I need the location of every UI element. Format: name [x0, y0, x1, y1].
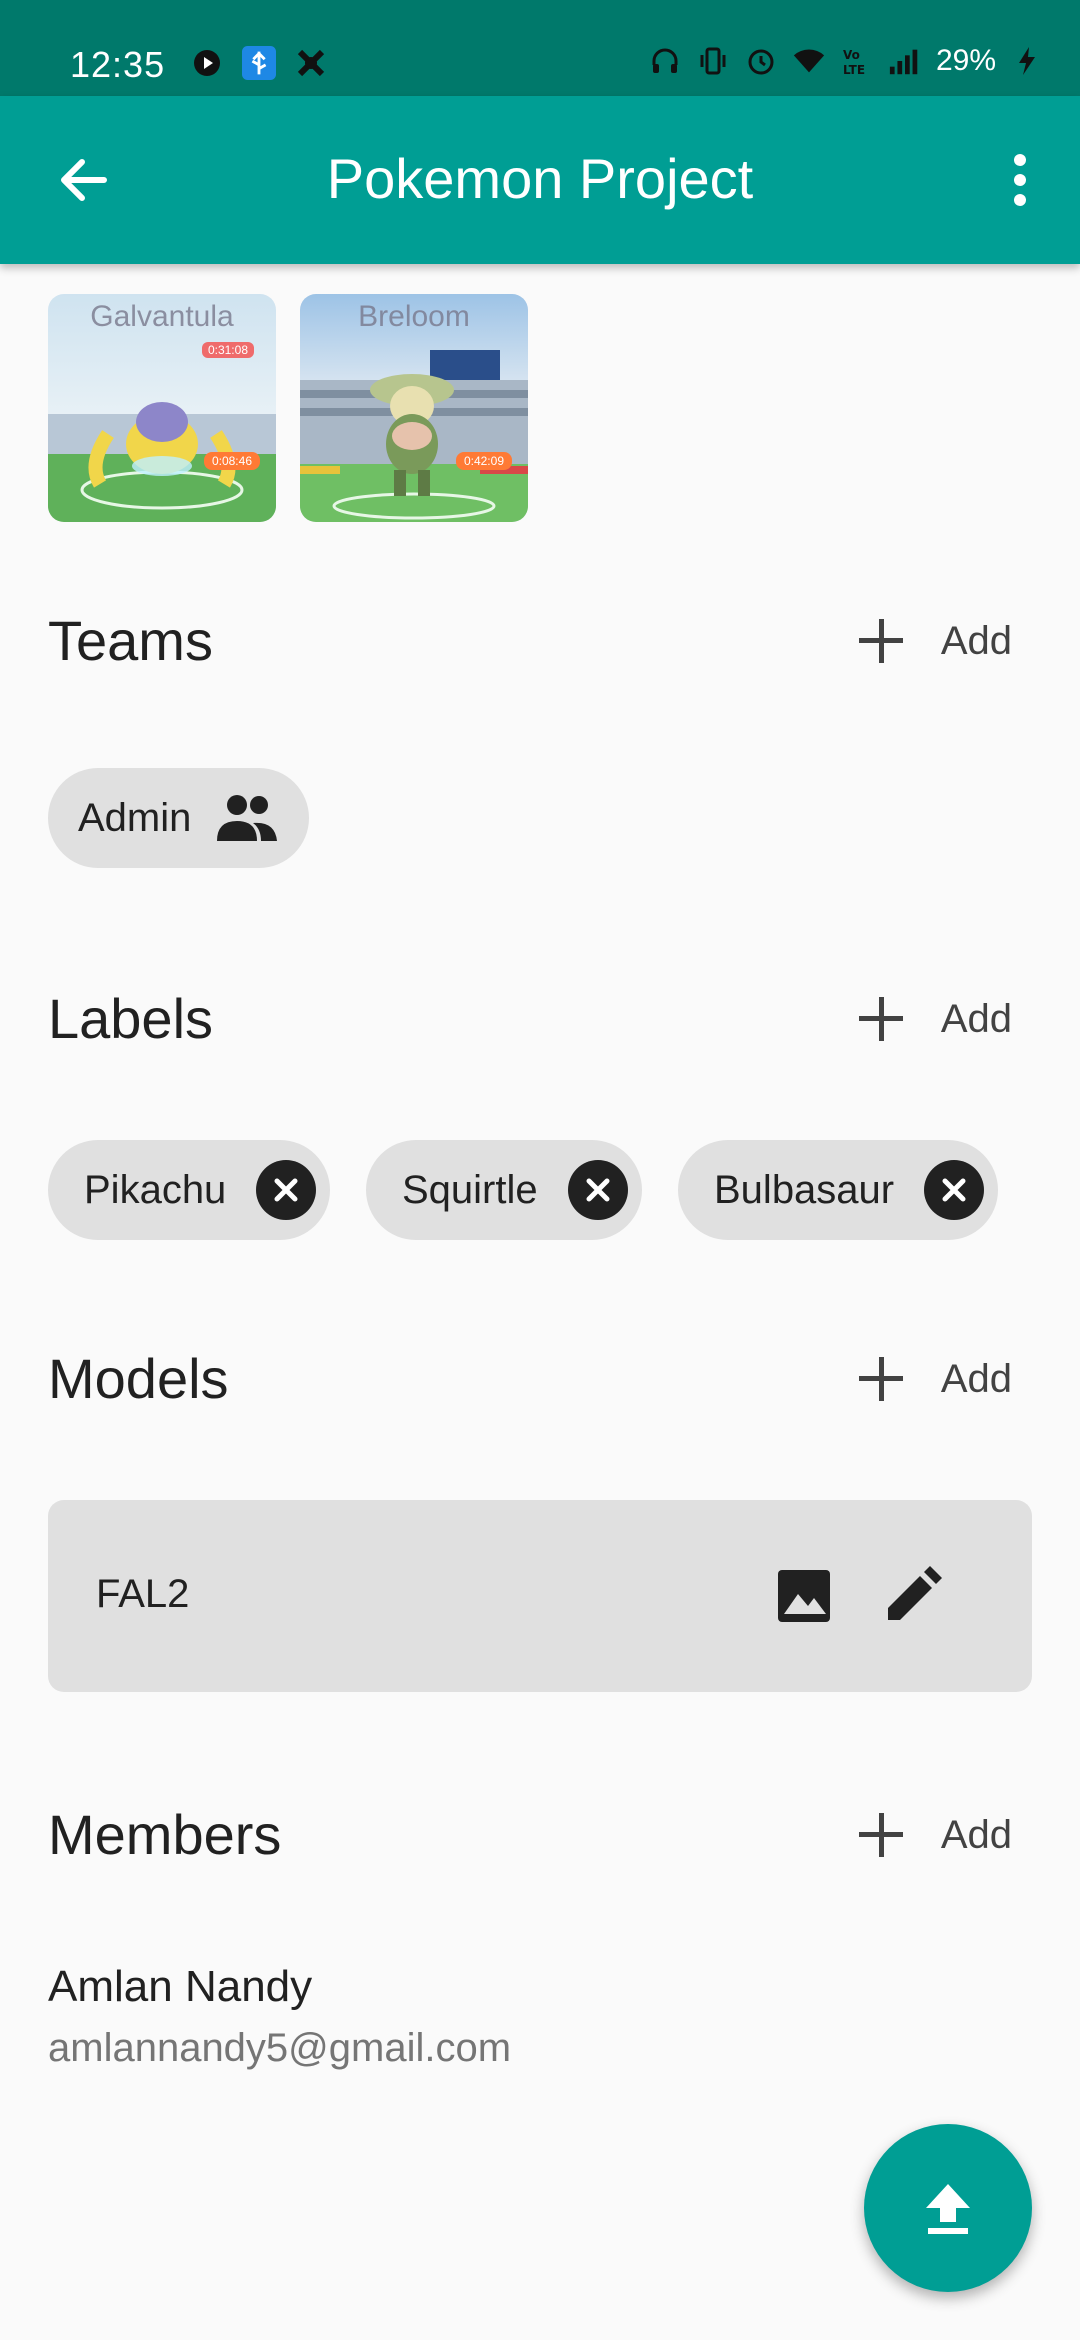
- chip-label: Bulbasaur: [714, 1167, 895, 1212]
- media-icon: [190, 46, 224, 80]
- upload-fab[interactable]: [864, 2124, 1032, 2292]
- upload-icon: [918, 2178, 978, 2238]
- vibrate-icon: [696, 44, 730, 78]
- chip-label: Squirtle: [402, 1167, 538, 1212]
- app-bar: Pokemon Project: [0, 96, 1080, 264]
- thumbnail-timer: 0:31:08: [201, 342, 254, 358]
- app-icon: [294, 46, 328, 80]
- alarm-icon: [744, 44, 778, 78]
- edit-icon[interactable]: [880, 1564, 944, 1628]
- image-thumbnails: Galvantula 0:31:08 0:08:46 Breloom 0:42:: [48, 294, 528, 522]
- chip-label: Admin: [78, 795, 192, 840]
- remove-chip-icon[interactable]: [567, 1160, 628, 1220]
- status-time: 12:35: [70, 44, 166, 85]
- label-chip-bulbasaur[interactable]: Bulbasaur: [678, 1140, 999, 1240]
- models-heading: Models: [48, 1347, 229, 1410]
- status-right-icons: Vo LTE 29%: [648, 44, 1044, 78]
- image-thumbnail[interactable]: Galvantula 0:31:08 0:08:46: [48, 294, 276, 522]
- svg-text:LTE: LTE: [843, 63, 865, 77]
- headphones-icon: [648, 44, 682, 78]
- teams-heading: Teams: [48, 609, 213, 672]
- usb-icon: [242, 46, 276, 80]
- charging-icon: [1010, 44, 1044, 78]
- add-label: Add: [940, 1356, 1012, 1401]
- plus-icon: [857, 617, 905, 665]
- svg-text:Vo: Vo: [843, 48, 860, 62]
- page-title: Pokemon Project: [326, 147, 754, 210]
- group-icon: [213, 793, 279, 843]
- add-team-button[interactable]: Add: [857, 617, 1012, 665]
- wifi-icon: [792, 44, 826, 78]
- member-email: amlannandy5@gmail.com: [48, 2026, 512, 2070]
- add-label: Add: [940, 1812, 1012, 1857]
- thumbnail-badge: 0:08:46: [203, 452, 260, 470]
- team-chip-admin[interactable]: Admin: [48, 768, 310, 868]
- status-bar: 12:35 Vo LTE 29%: [0, 0, 1080, 96]
- add-member-button[interactable]: Add: [857, 1811, 1012, 1859]
- members-heading: Members: [48, 1803, 282, 1866]
- thumbnail-caption: Breloom: [358, 300, 470, 333]
- label-chip-squirtle[interactable]: Squirtle: [366, 1140, 642, 1240]
- chip-label: Pikachu: [84, 1167, 227, 1212]
- battery-level: 29%: [935, 44, 996, 77]
- plus-icon: [857, 1355, 905, 1403]
- more-vert-icon[interactable]: [1000, 150, 1040, 210]
- image-thumbnail[interactable]: Breloom 0:42:09: [300, 294, 528, 522]
- model-name: FAL2: [96, 1572, 190, 1616]
- labels-heading: Labels: [48, 987, 214, 1050]
- add-label: Add: [940, 996, 1012, 1041]
- status-left-icons: [190, 46, 328, 80]
- member-name: Amlan Nandy: [48, 1962, 313, 2011]
- plus-icon: [857, 995, 905, 1043]
- image-icon[interactable]: [774, 1566, 834, 1626]
- thumbnail-caption: Galvantula: [90, 300, 234, 333]
- add-model-button[interactable]: Add: [857, 1355, 1012, 1403]
- model-card[interactable]: FAL2: [48, 1500, 1032, 1692]
- remove-chip-icon[interactable]: [256, 1160, 317, 1220]
- signal-icon: [888, 44, 922, 78]
- add-label: Add: [940, 618, 1012, 663]
- thumbnail-badge: 0:42:09: [455, 452, 512, 470]
- label-chip-pikachu[interactable]: Pikachu: [48, 1140, 331, 1240]
- plus-icon: [857, 1811, 905, 1859]
- volte-icon: Vo LTE: [840, 44, 874, 78]
- remove-chip-icon[interactable]: [924, 1160, 985, 1220]
- add-label-button[interactable]: Add: [857, 995, 1012, 1043]
